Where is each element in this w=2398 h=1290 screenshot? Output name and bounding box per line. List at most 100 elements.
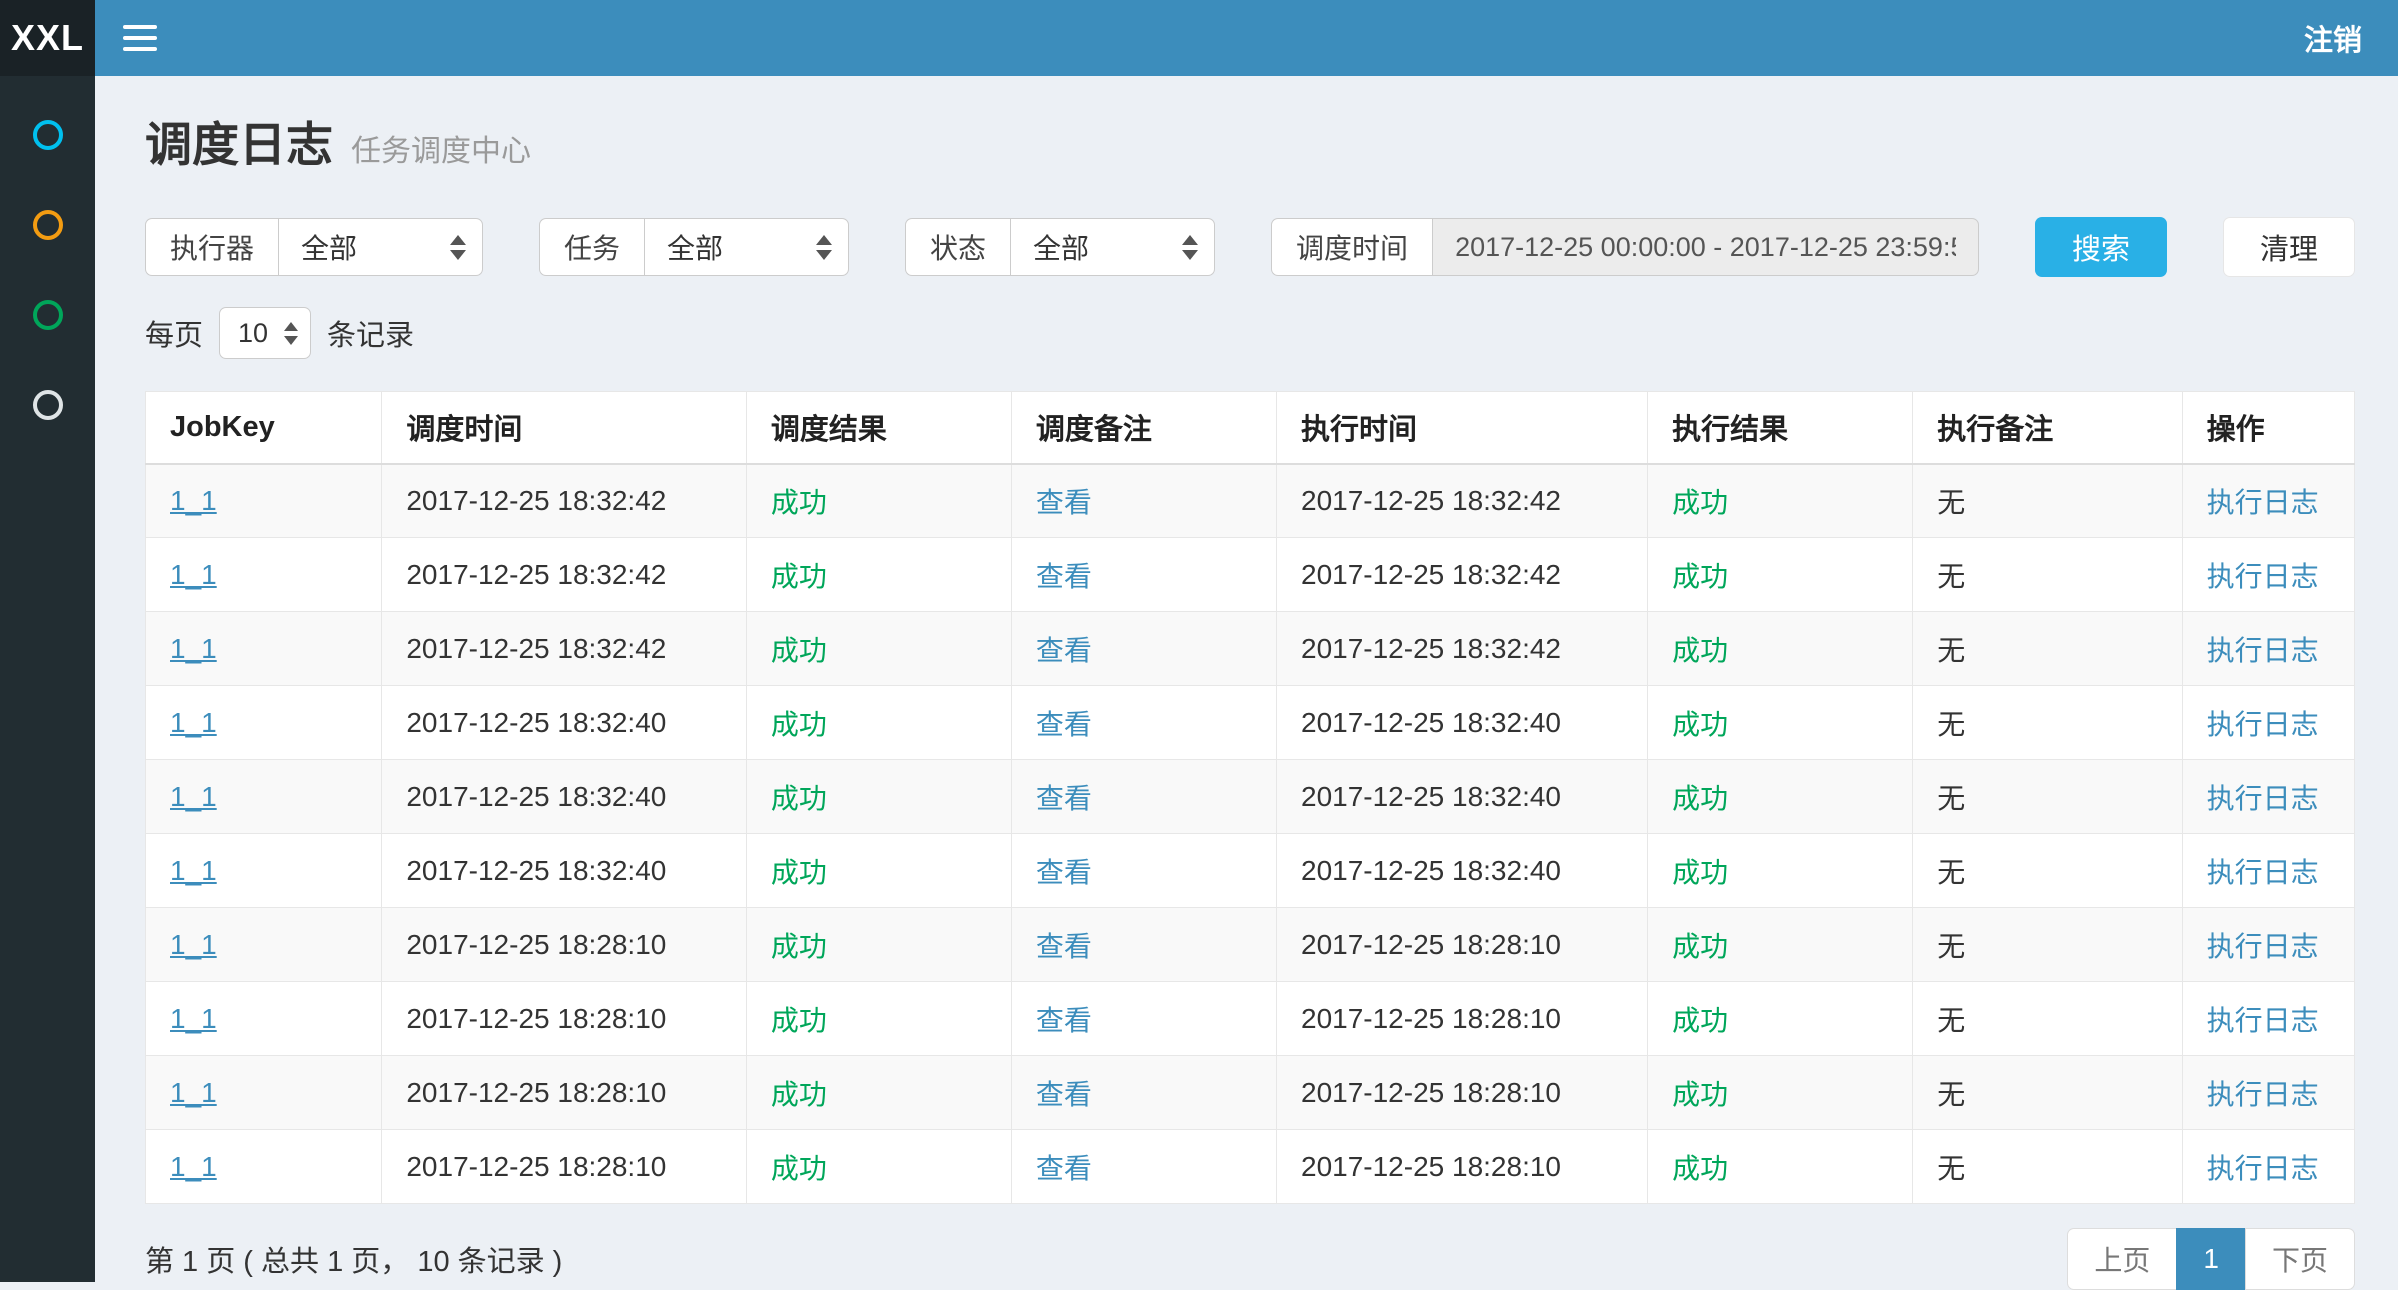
log-table: JobKey 调度时间 调度结果 调度备注 执行时间 执行结果 执行备注 操作 … — [145, 391, 2355, 1204]
sidebar-icon-4 — [33, 390, 63, 420]
trigger-msg-link[interactable]: 查看 — [1036, 709, 1092, 740]
job-key-link[interactable]: 1_1 — [170, 929, 217, 960]
handle-result-cell: 成功 — [1672, 1079, 1728, 1110]
trigger-msg-link[interactable]: 查看 — [1036, 1153, 1092, 1184]
job-key-link[interactable]: 1_1 — [170, 781, 217, 812]
execution-log-link[interactable]: 执行日志 — [2207, 1005, 2319, 1036]
table-row: 1_1 2017-12-25 18:32:42 成功 查看 2017-12-25… — [146, 538, 2355, 612]
executor-select-value: 全部 — [301, 227, 357, 267]
table-row: 1_1 2017-12-25 18:32:40 成功 查看 2017-12-25… — [146, 760, 2355, 834]
select-arrows-icon — [450, 235, 466, 260]
job-key-link[interactable]: 1_1 — [170, 855, 217, 886]
trigger-result-cell: 成功 — [771, 635, 827, 666]
trigger-msg-link[interactable]: 查看 — [1036, 1079, 1092, 1110]
handle-result-cell: 成功 — [1672, 709, 1728, 740]
handle-msg-cell: 无 — [1937, 857, 1965, 888]
current-page-button[interactable]: 1 — [2176, 1228, 2246, 1290]
trigger-time-cell: 2017-12-25 18:28:10 — [406, 929, 666, 960]
job-key-link[interactable]: 1_1 — [170, 633, 217, 664]
handle-msg-cell: 无 — [1937, 1005, 1965, 1036]
page-size-select[interactable]: 10 — [219, 307, 311, 359]
handle-time-cell: 2017-12-25 18:28:10 — [1301, 1151, 1561, 1182]
prev-page-button[interactable]: 上页 — [2067, 1228, 2177, 1290]
header-handle-msg: 执行备注 — [1913, 392, 2182, 464]
job-key-link[interactable]: 1_1 — [170, 1151, 217, 1182]
job-key-link[interactable]: 1_1 — [170, 559, 217, 590]
trigger-msg-link[interactable]: 查看 — [1036, 1005, 1092, 1036]
execution-log-link[interactable]: 执行日志 — [2207, 561, 2319, 592]
status-select[interactable]: 全部 — [1010, 218, 1215, 276]
handle-time-cell: 2017-12-25 18:28:10 — [1301, 1077, 1561, 1108]
trigger-time-cell: 2017-12-25 18:32:42 — [406, 485, 666, 516]
trigger-result-cell: 成功 — [771, 783, 827, 814]
trigger-result-cell: 成功 — [771, 1005, 827, 1036]
table-footer: 第 1 页 ( 总共 1 页， 10 条记录 ) 上页 1 下页 — [145, 1228, 2355, 1290]
execution-log-link[interactable]: 执行日志 — [2207, 783, 2319, 814]
trigger-time-cell: 2017-12-25 18:28:10 — [406, 1151, 666, 1182]
table-row: 1_1 2017-12-25 18:28:10 成功 查看 2017-12-25… — [146, 1130, 2355, 1204]
table-row: 1_1 2017-12-25 18:32:42 成功 查看 2017-12-25… — [146, 612, 2355, 686]
job-key-link[interactable]: 1_1 — [170, 707, 217, 738]
job-key-link[interactable]: 1_1 — [170, 1077, 217, 1108]
trigger-msg-link[interactable]: 查看 — [1036, 487, 1092, 518]
page-header: 调度日志 任务调度中心 — [145, 106, 2355, 175]
handle-result-cell: 成功 — [1672, 561, 1728, 592]
handle-time-cell: 2017-12-25 18:32:40 — [1301, 707, 1561, 738]
execution-log-link[interactable]: 执行日志 — [2207, 487, 2319, 518]
next-page-button[interactable]: 下页 — [2245, 1228, 2355, 1290]
search-button[interactable]: 搜索 — [2035, 217, 2167, 277]
handle-result-cell: 成功 — [1672, 1153, 1728, 1184]
header-jobkey: JobKey — [146, 392, 382, 464]
sidebar-item-1[interactable] — [0, 118, 95, 152]
clear-button[interactable]: 清理 — [2223, 217, 2355, 277]
trigger-msg-link[interactable]: 查看 — [1036, 857, 1092, 888]
job-select[interactable]: 全部 — [644, 218, 849, 276]
trigger-time-label: 调度时间 — [1271, 218, 1432, 276]
hamburger-icon — [123, 25, 157, 29]
trigger-time-cell: 2017-12-25 18:28:10 — [406, 1077, 666, 1108]
job-key-link[interactable]: 1_1 — [170, 485, 217, 516]
sidebar-toggle-button[interactable] — [123, 15, 169, 61]
job-select-value: 全部 — [667, 227, 723, 267]
select-arrows-icon — [1182, 235, 1198, 260]
execution-log-link[interactable]: 执行日志 — [2207, 931, 2319, 962]
execution-log-link[interactable]: 执行日志 — [2207, 1153, 2319, 1184]
sidebar-item-3[interactable] — [0, 298, 95, 332]
executor-filter-group: 执行器 全部 — [145, 218, 483, 276]
sidebar-item-4[interactable] — [0, 388, 95, 422]
pagination-summary: 第 1 页 ( 总共 1 页， 10 条记录 ) — [145, 1238, 562, 1280]
status-filter-group: 状态 全部 — [905, 218, 1215, 276]
navbar-main: 注销 — [95, 0, 2398, 76]
table-header-row: JobKey 调度时间 调度结果 调度备注 执行时间 执行结果 执行备注 操作 — [146, 392, 2355, 464]
trigger-result-cell: 成功 — [771, 561, 827, 592]
trigger-msg-link[interactable]: 查看 — [1036, 635, 1092, 666]
handle-time-cell: 2017-12-25 18:32:40 — [1301, 781, 1561, 812]
trigger-msg-link[interactable]: 查看 — [1036, 561, 1092, 592]
handle-result-cell: 成功 — [1672, 487, 1728, 518]
execution-log-link[interactable]: 执行日志 — [2207, 1079, 2319, 1110]
execution-log-link[interactable]: 执行日志 — [2207, 635, 2319, 666]
trigger-time-cell: 2017-12-25 18:32:40 — [406, 707, 666, 738]
job-key-link[interactable]: 1_1 — [170, 1003, 217, 1034]
handle-msg-cell: 无 — [1937, 783, 1965, 814]
trigger-time-input[interactable] — [1432, 218, 1979, 276]
select-arrows-icon — [816, 235, 832, 260]
handle-time-cell: 2017-12-25 18:32:42 — [1301, 633, 1561, 664]
trigger-msg-link[interactable]: 查看 — [1036, 931, 1092, 962]
sidebar-item-2[interactable] — [0, 208, 95, 242]
table-row: 1_1 2017-12-25 18:32:42 成功 查看 2017-12-25… — [146, 464, 2355, 538]
execution-log-link[interactable]: 执行日志 — [2207, 857, 2319, 888]
hamburger-icon — [123, 47, 157, 51]
job-label: 任务 — [539, 218, 644, 276]
header-trigger-msg: 调度备注 — [1011, 392, 1276, 464]
table-row: 1_1 2017-12-25 18:28:10 成功 查看 2017-12-25… — [146, 982, 2355, 1056]
handle-result-cell: 成功 — [1672, 857, 1728, 888]
executor-select[interactable]: 全部 — [278, 218, 483, 276]
execution-log-link[interactable]: 执行日志 — [2207, 709, 2319, 740]
logout-link[interactable]: 注销 — [2304, 17, 2362, 59]
handle-result-cell: 成功 — [1672, 783, 1728, 814]
trigger-msg-link[interactable]: 查看 — [1036, 783, 1092, 814]
trigger-time-cell: 2017-12-25 18:32:40 — [406, 855, 666, 886]
sidebar-icon-3 — [33, 300, 63, 330]
handle-msg-cell: 无 — [1937, 635, 1965, 666]
